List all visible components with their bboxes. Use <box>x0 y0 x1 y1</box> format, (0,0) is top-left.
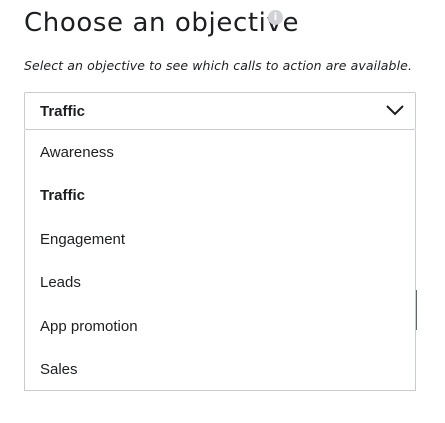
objective-dropdown-menu: Awareness Traffic Engagement Leads App p… <box>24 130 416 391</box>
underlying-field-edge <box>416 290 417 330</box>
objective-select-value: Traffic <box>40 103 86 120</box>
chevron-down-icon[interactable] <box>385 102 405 118</box>
info-icon[interactable]: i <box>268 10 283 25</box>
dropdown-option-awareness[interactable]: Awareness <box>40 144 114 161</box>
page-title: Choose an objective <box>24 8 300 38</box>
objective-select[interactable]: Traffic <box>24 92 416 130</box>
dropdown-option-leads[interactable]: Leads <box>40 274 81 291</box>
dropdown-option-traffic[interactable]: Traffic <box>40 187 85 204</box>
dropdown-option-engagement[interactable]: Engagement <box>40 231 125 248</box>
dropdown-option-app-promotion[interactable]: App promotion <box>40 318 138 335</box>
page-subtitle: Select an objective to see which calls t… <box>24 58 413 73</box>
dropdown-option-sales[interactable]: Sales <box>40 361 78 378</box>
